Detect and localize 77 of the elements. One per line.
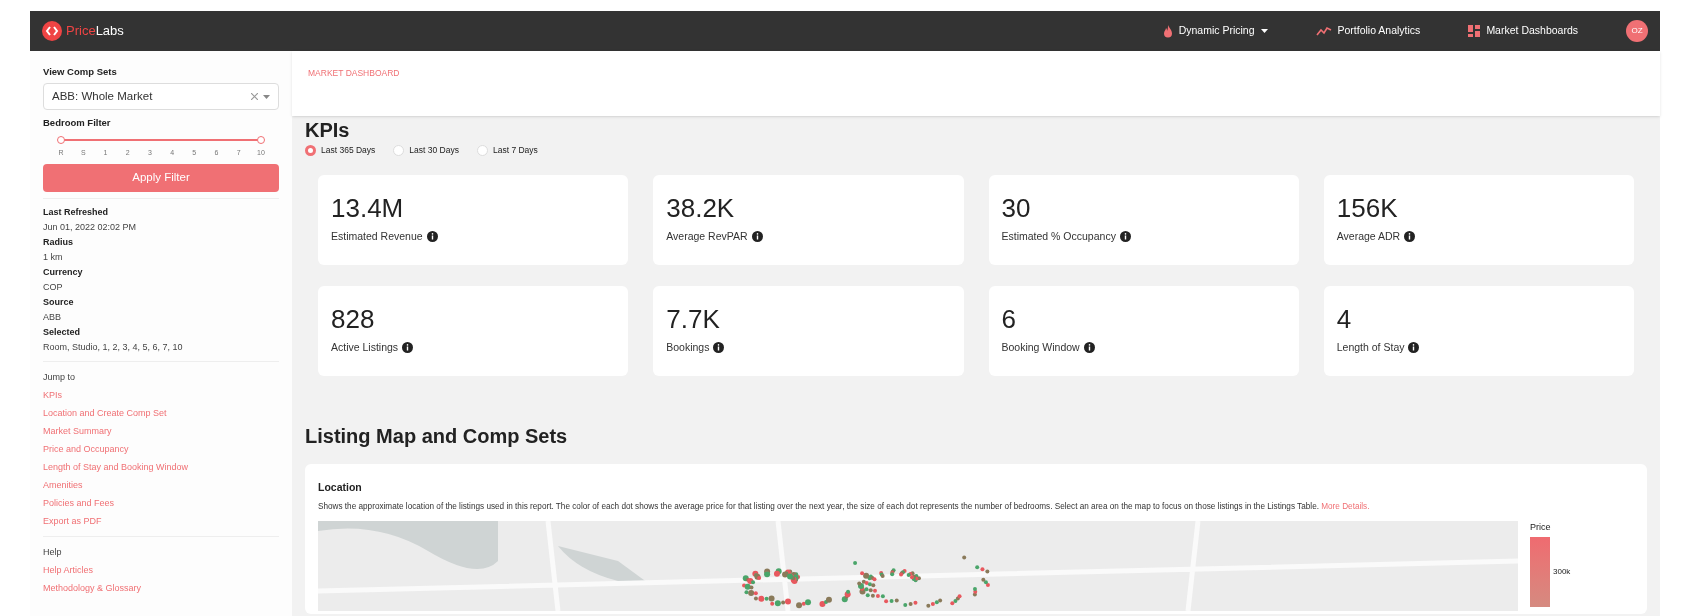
jump-link[interactable]: Market Summary: [43, 426, 112, 436]
radio-button[interactable]: [305, 144, 316, 156]
jump-link[interactable]: Length of Stay and Booking Window: [43, 462, 189, 472]
apply-filter-button[interactable]: Apply Filter: [43, 164, 279, 192]
field-label: Bedroom Filter: [43, 116, 112, 131]
jump-link[interactable]: Price and Occupancy: [43, 444, 129, 454]
kpi-label: Bookings: [666, 339, 710, 355]
user-avatar[interactable]: OZ: [1626, 20, 1648, 42]
comp-set-select[interactable]: ABB: Whole Market: [43, 83, 279, 111]
info-value: Jun 01, 2022 02:02 PM: [43, 221, 138, 234]
kpi-label: Estimated % Occupancy: [1001, 228, 1116, 244]
info-icon: [1408, 342, 1420, 354]
info-value: ABB: [43, 311, 62, 324]
nav-link[interactable]: Dynamic Pricing: [1178, 23, 1255, 39]
kpi-value: 30: [1001, 192, 1032, 223]
section-heading: Help: [43, 546, 63, 559]
info-icon: [713, 342, 725, 354]
flame-icon: [1162, 24, 1173, 38]
jump-link[interactable]: KPIs: [43, 390, 62, 400]
caret-icon[interactable]: [1260, 29, 1268, 33]
info-icon: [1083, 342, 1095, 354]
info-value: 1 km: [43, 251, 64, 264]
info-icon: [751, 231, 763, 243]
logo-text[interactable]: PriceLabs: [66, 21, 124, 41]
map-description: Shows the approximate location of the listings used in this report. The color of each dot shows the average price for that listing over the next year, the size of each dot represents the number of bedrooms. Select an area on the map to focus on those listings in the Listings Table. More Details.: [318, 500, 1371, 513]
legend-tick: 300k: [1553, 566, 1571, 579]
info-icon: [1404, 231, 1416, 243]
kpi-label: Average RevPAR: [666, 228, 748, 244]
nav-link[interactable]: Portfolio Analytics: [1337, 23, 1421, 39]
logo-icon: [42, 21, 62, 41]
map-drawing[interactable]: [318, 520, 1518, 611]
kpi-label: Active Listings: [331, 339, 399, 355]
breadcrumb: MARKET DASHBOARD: [308, 68, 400, 78]
info-icon: [1119, 231, 1131, 243]
kpi-value: 38.2K: [666, 192, 736, 223]
kpi-label: Length of Stay: [1336, 339, 1405, 355]
info-label: Source: [43, 296, 75, 309]
jump-link[interactable]: Amenities: [43, 480, 83, 490]
kpi-value: 828: [331, 303, 376, 334]
info-value: Room, Studio, 1, 2, 3, 4, 5, 6, 7, 10: [43, 341, 184, 354]
section-heading: Jump to: [43, 371, 76, 384]
slider-handle[interactable]: [57, 135, 65, 144]
kpi-label: Estimated Revenue: [331, 228, 423, 244]
grid-icon: [1468, 25, 1481, 37]
card-title: Location: [318, 479, 363, 495]
kpi-value: 13.4M: [331, 192, 405, 223]
legend-title: Price: [1530, 520, 1552, 534]
jump-link[interactable]: Policies and Fees: [43, 498, 115, 508]
kpi-value: 156K: [1336, 192, 1399, 223]
field-label: View Comp Sets: [43, 65, 118, 79]
info-icon: [426, 231, 438, 243]
more-details-link[interactable]: More Details.: [1321, 501, 1370, 511]
info-value: COP: [43, 281, 64, 294]
kpi-label: Average ADR: [1336, 228, 1401, 244]
section-title: KPIs: [305, 118, 351, 142]
kpi-label: Booking Window: [1001, 339, 1080, 355]
jump-link[interactable]: Export as PDF: [43, 516, 102, 526]
nav-link[interactable]: Market Dashboards: [1486, 23, 1578, 39]
info-label: Selected: [43, 326, 82, 339]
kpi-value: 4: [1336, 303, 1353, 334]
jump-link[interactable]: Location and Create Comp Set: [43, 408, 167, 418]
radio-label[interactable]: Last 7 Days: [492, 144, 538, 157]
radio-label[interactable]: Last 365 Days: [321, 144, 376, 157]
kpi-value: 6: [1001, 303, 1017, 334]
info-label: Last Refreshed: [43, 206, 110, 219]
slider-handle[interactable]: [257, 135, 265, 144]
trend-line-icon: [1315, 26, 1332, 36]
info-label: Currency: [43, 266, 84, 279]
section-title: Listing Map and Comp Sets: [305, 423, 569, 448]
clear-icon[interactable]: [251, 93, 258, 101]
help-link[interactable]: Help Articles: [43, 565, 94, 575]
radio-label[interactable]: Last 30 Days: [409, 144, 459, 157]
price-color-scale: [1530, 537, 1550, 608]
info-icon: [402, 342, 414, 354]
kpi-value: 7.7K: [666, 303, 721, 334]
help-link[interactable]: Methodology & Glossary: [43, 583, 142, 593]
info-label: Radius: [43, 236, 74, 249]
